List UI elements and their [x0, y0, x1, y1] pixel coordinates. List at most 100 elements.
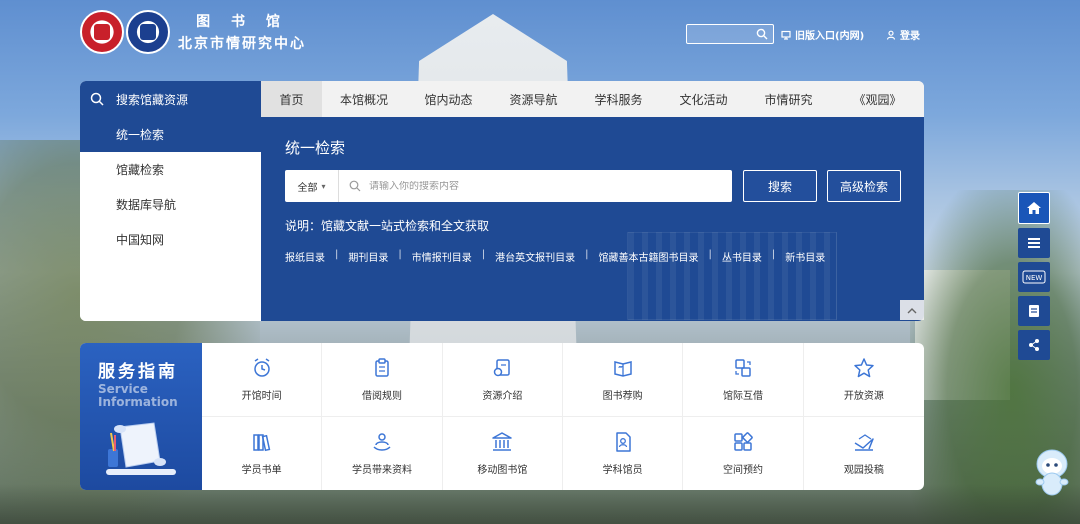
service-item-label: 学员带来资料: [351, 464, 412, 476]
service-item-label: 学员书单: [241, 464, 282, 476]
doc-person-icon: [615, 432, 631, 452]
logo-text: 图 书 馆 北京市情研究中心: [178, 11, 306, 53]
sidebar-title: 搜索馆藏资源: [116, 92, 189, 107]
old-portal-link[interactable]: 旧版入口(内网): [781, 27, 864, 42]
service-item-mobile-library[interactable]: 移动图书馆: [443, 416, 563, 490]
search-icon: [90, 92, 104, 106]
catalog-links: 报纸目录 | 期刊目录 | 市情报刊目录 | 港台英文报刊目录 | 馆藏善本古籍图书目录…: [285, 249, 825, 264]
service-item-label: 学科馆员: [602, 464, 643, 476]
service-guide-title: 服务指南: [98, 362, 178, 382]
tab-guanyuan[interactable]: 《观园》: [831, 81, 924, 117]
advanced-search-button[interactable]: 高级检索: [827, 170, 901, 202]
tab-home[interactable]: 首页: [261, 81, 322, 117]
chevron-up-icon: [907, 307, 917, 313]
link-new-books-catalog[interactable]: 新书目录: [785, 249, 825, 264]
top-search-input[interactable]: [686, 24, 774, 44]
share-button[interactable]: [1018, 330, 1050, 360]
tab-cultural-activities[interactable]: 文化活动: [661, 81, 746, 117]
service-item-label: 空间预约: [722, 464, 763, 476]
link-newspaper-catalog[interactable]: 报纸目录: [285, 249, 325, 264]
new-icon-text: NEW: [1026, 274, 1043, 282]
service-item-resource-intro[interactable]: 资源介绍: [442, 343, 563, 417]
search-title: 统一检索: [285, 139, 346, 157]
document-button[interactable]: [1018, 296, 1050, 326]
service-guide-subtitle: Service Information: [98, 383, 178, 409]
user-icon: [886, 30, 896, 40]
book-heart-icon: [613, 360, 632, 377]
search-button-label: 搜索: [767, 179, 792, 194]
sidebar-item-cnki[interactable]: 中国知网: [80, 222, 261, 257]
link-series-catalog[interactable]: 丛书目录: [722, 249, 762, 264]
sidebar-item-database-nav[interactable]: 数据库导航: [80, 187, 261, 222]
tab-label: 学科服务: [594, 92, 643, 107]
tab-label: 市情研究: [764, 92, 813, 107]
service-item-borrowing-rules[interactable]: 借阅规则: [322, 343, 443, 417]
background-ground: [0, 484, 1080, 524]
main-nav: 首页 本馆概况 馆内动态 资源导航 学科服务 文化活动 市情研究 《观园》: [261, 81, 924, 117]
search-icon[interactable]: [756, 28, 768, 40]
tab-subject-service[interactable]: 学科服务: [576, 81, 661, 117]
login-link[interactable]: 登录: [886, 27, 920, 42]
home-button[interactable]: [1018, 192, 1050, 224]
sidebar-item-unified-search[interactable]: 统一检索: [80, 117, 261, 152]
link-hk-tw-english-catalog[interactable]: 港台英文报刊目录: [495, 249, 575, 264]
tab-about[interactable]: 本馆概况: [322, 81, 406, 117]
tab-label: 首页: [279, 92, 304, 107]
sidebar-item-label: 中国知网: [116, 233, 165, 247]
search-sidebar: 搜索馆藏资源 统一检索 馆藏检索 数据库导航 中国知网: [80, 81, 261, 321]
service-guide: 服务指南 Service Information 开馆时间 借阅规则 资源介绍: [80, 343, 924, 490]
service-item-opening-hours[interactable]: 开馆时间: [202, 343, 323, 417]
tab-resources[interactable]: 资源导航: [491, 81, 576, 117]
service-grid: 开馆时间 借阅规则 资源介绍 图书荐购 馆际互借 开放资源 学员书单 学员带来资…: [202, 343, 924, 490]
link-city-journal-catalog[interactable]: 市情报刊目录: [412, 249, 472, 264]
sidebar-header: 搜索馆藏资源: [80, 81, 261, 117]
send-letter-icon: [854, 433, 874, 451]
service-item-label: 开放资源: [843, 390, 884, 402]
service-item-space-booking[interactable]: 空间预约: [683, 416, 804, 490]
tab-city-research[interactable]: 市情研究: [746, 81, 831, 117]
service-item-student-materials[interactable]: 学员带来资料: [322, 416, 443, 490]
books-icon: [252, 434, 270, 451]
sidebar-item-label: 统一检索: [116, 128, 165, 142]
party-seal-icon: [80, 10, 124, 54]
search-button[interactable]: 搜索: [743, 170, 817, 202]
new-icon: NEW: [1022, 270, 1046, 284]
service-item-interlibrary-loan[interactable]: 馆际互借: [683, 343, 804, 417]
sidebar-item-label: 馆藏检索: [116, 163, 165, 177]
logo-line-2: 北京市情研究中心: [178, 36, 306, 52]
service-item-book-recommend[interactable]: 图书荐购: [563, 343, 684, 417]
service-item-student-booklist[interactable]: 学员书单: [202, 416, 323, 490]
service-item-subject-librarian[interactable]: 学科馆员: [563, 416, 684, 490]
service-item-open-resources[interactable]: 开放资源: [803, 343, 924, 417]
search-input[interactable]: [369, 180, 709, 192]
link-separator: |: [771, 249, 776, 260]
school-seal-icon: [126, 10, 170, 54]
floating-toolbar: NEW: [1018, 192, 1050, 364]
tab-label: 文化活动: [679, 92, 728, 107]
stack-button[interactable]: [1018, 228, 1050, 258]
library-building-icon: [492, 432, 513, 451]
new-button[interactable]: NEW: [1018, 262, 1050, 292]
old-portal-label: 旧版入口(内网): [795, 31, 865, 42]
service-guide-subtitle-line2: Information: [98, 395, 178, 409]
sidebar-item-catalog-search[interactable]: 馆藏检索: [80, 152, 261, 187]
document-icon: [1029, 305, 1039, 317]
link-journal-catalog[interactable]: 期刊目录: [348, 249, 388, 264]
tab-news[interactable]: 馆内动态: [406, 81, 491, 117]
service-item-label: 图书荐购: [602, 390, 643, 402]
site-logo[interactable]: 图 书 馆 北京市情研究中心: [80, 10, 306, 54]
service-item-guanyuan-submission[interactable]: 观园投稿: [804, 417, 924, 491]
collapse-button[interactable]: [900, 300, 924, 320]
star-icon: [854, 358, 874, 377]
person-hand-icon: [373, 433, 391, 451]
monitor-icon: [781, 30, 791, 40]
search-scope-select[interactable]: 全部 ▾: [285, 170, 339, 202]
link-rare-books-catalog[interactable]: 馆藏善本古籍图书目录: [599, 249, 699, 264]
stack-icon: [1028, 238, 1040, 248]
tab-label: 《观园》: [853, 92, 902, 107]
service-item-label: 馆际互借: [722, 390, 763, 402]
search-note: 说明：馆藏文献一站式检索和全文获取: [285, 219, 490, 233]
tab-label: 本馆概况: [339, 92, 388, 107]
search-icon: [349, 180, 361, 192]
mascot-assistant-icon[interactable]: [1032, 446, 1072, 498]
